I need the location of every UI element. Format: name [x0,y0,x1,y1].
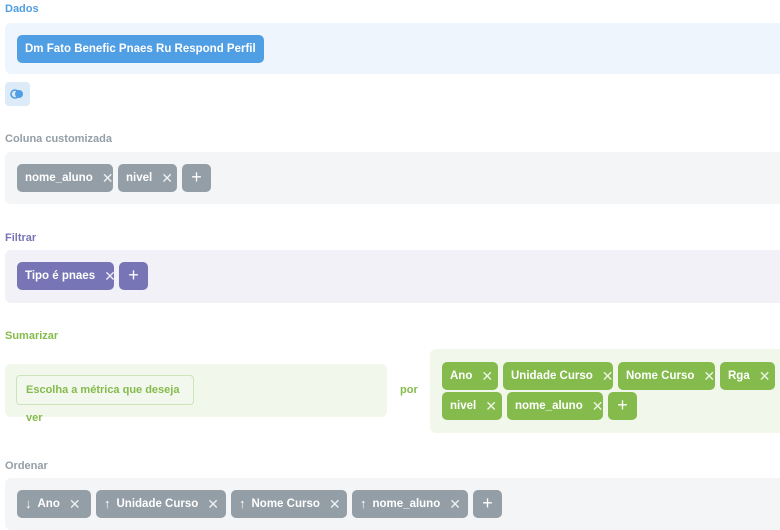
add-custom-column-button[interactable]: + [182,164,211,192]
filter-panel: Tipo é pnaes ✕ + [5,250,780,303]
arrow-up-icon: ↑ [239,496,246,511]
close-icon[interactable]: ✕ [602,362,614,390]
group-by-pill[interactable]: nivel ✕ [442,392,502,420]
arrow-up-icon: ↑ [360,496,367,511]
dados-panel: Dm Fato Benefic Pnaes Ru Respond Perfil [5,23,780,74]
order-pill[interactable]: ↑ Unidade Curso ✕ [96,490,226,518]
add-order-button[interactable]: + [473,490,502,518]
order-panel: ↓ Ano ✕ ↑ Unidade Curso ✕ ↑ Nome Curso ✕… [5,478,780,530]
custom-column-pill[interactable]: nivel ✕ [118,164,177,192]
close-icon[interactable]: ✕ [485,392,497,420]
section-title-custom-column: Coluna customizada [5,133,112,145]
order-label: Ano [37,498,60,510]
plus-icon: + [617,395,628,415]
group-by-label: nome_aluno [515,400,583,412]
toggle-icon [10,89,23,99]
by-label: por [400,384,418,396]
filter-label: Tipo é pnaes [25,270,96,282]
close-icon[interactable]: ✕ [104,262,116,290]
close-icon[interactable]: ✕ [161,164,173,192]
close-icon[interactable]: ✕ [69,490,81,518]
custom-column-label: nome_aluno [25,172,93,184]
filter-pill[interactable]: Tipo é pnaes ✕ [17,262,116,290]
group-by-label: Unidade Curso [511,370,593,382]
plus-icon: + [482,493,493,513]
group-by-pill[interactable]: Ano ✕ [442,362,498,390]
group-by-label: Nome Curso [626,370,695,382]
add-filter-button[interactable]: + [119,262,148,290]
group-by-label: Ano [450,370,473,382]
section-title-summarize: Sumarizar [5,330,59,342]
custom-column-panel: nome_aluno ✕ nivel ✕ + [5,152,780,204]
group-by-pill[interactable]: Nome Curso ✕ [618,362,715,390]
toggle-preview-button[interactable] [5,82,30,106]
plus-icon: + [128,265,139,285]
order-pill[interactable]: ↓ Ano ✕ [17,490,91,518]
order-pill[interactable]: ↑ nome_aluno ✕ [352,490,468,518]
add-group-by-button[interactable]: + [608,392,637,420]
close-icon[interactable]: ✕ [592,392,604,420]
custom-column-pill[interactable]: nome_aluno ✕ [17,164,113,192]
group-by-pill[interactable]: Unidade Curso ✕ [503,362,614,390]
data-source-pill[interactable]: Dm Fato Benefic Pnaes Ru Respond Perfil [17,35,264,63]
arrow-down-icon: ↓ [25,496,32,511]
custom-column-label: nivel [126,172,153,184]
close-icon[interactable]: ✕ [207,490,219,518]
arrow-up-icon: ↑ [104,496,111,511]
group-by-label: Rga [728,370,750,382]
section-title-order: Ordenar [5,460,48,472]
close-icon[interactable]: ✕ [703,362,715,390]
metric-picker[interactable]: Escolha a métrica que deseja ver [16,375,194,424]
close-icon[interactable]: ✕ [329,490,341,518]
group-by-panel: Ano ✕ Unidade Curso ✕ Nome Curso ✕ Rga ✕… [430,349,780,433]
group-by-label: nivel [450,400,477,412]
data-source-label: Dm Fato Benefic Pnaes Ru Respond Perfil [25,43,256,55]
group-by-pill[interactable]: Rga ✕ [720,362,775,390]
plus-icon: + [191,167,202,187]
close-icon[interactable]: ✕ [102,164,114,192]
section-title-filter: Filtrar [5,232,37,244]
close-icon[interactable]: ✕ [481,362,493,390]
group-by-pill[interactable]: nome_aluno ✕ [507,392,603,420]
order-label: Nome Curso [251,498,320,510]
order-label: Unidade Curso [116,498,199,510]
section-title-dados: Dados [5,3,39,15]
close-icon[interactable]: ✕ [449,490,461,518]
order-pill[interactable]: ↑ Nome Curso ✕ [231,490,347,518]
close-icon[interactable]: ✕ [759,362,771,390]
order-label: nome_aluno [372,498,441,510]
